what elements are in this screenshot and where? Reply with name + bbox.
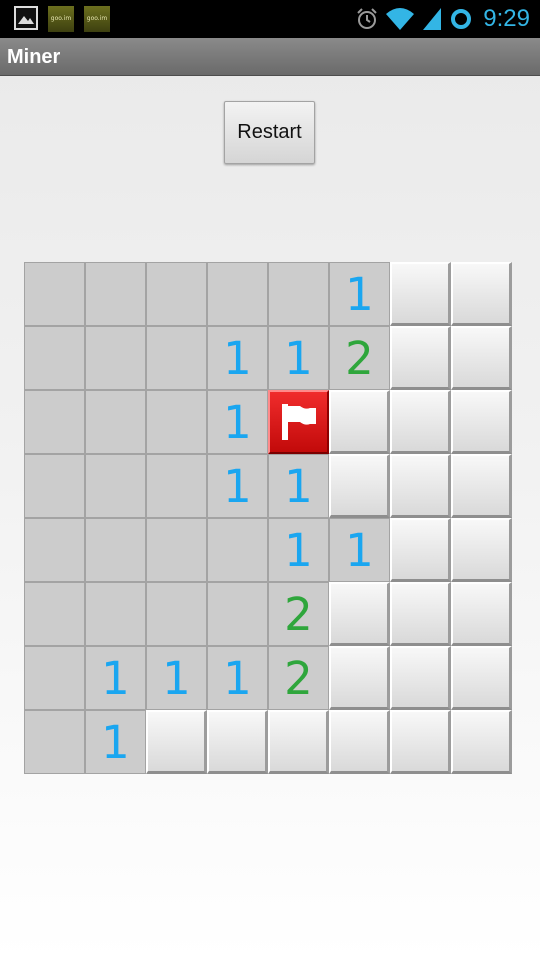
minefield-cell-number[interactable]: 1 — [85, 710, 146, 774]
minefield-cell-hidden[interactable] — [390, 390, 451, 454]
minefield-cell-empty[interactable] — [24, 390, 85, 454]
minefield-cell-hidden[interactable] — [390, 582, 451, 646]
minefield-cell-empty[interactable] — [146, 390, 207, 454]
minefield-cell-hidden[interactable] — [146, 710, 207, 774]
minefield-cell-empty[interactable] — [207, 262, 268, 326]
minefield-cell-number[interactable]: 1 — [146, 646, 207, 710]
minefield-cell-flagged[interactable] — [268, 390, 329, 454]
minefield-cell-number[interactable]: 1 — [207, 326, 268, 390]
minefield-cell-hidden[interactable] — [451, 582, 512, 646]
minefield-cell-empty[interactable] — [24, 582, 85, 646]
minefield-cell-empty[interactable] — [146, 326, 207, 390]
status-bar: goo.im goo.im 9:29 — [0, 0, 540, 38]
signal-icon — [423, 8, 442, 30]
minefield-cell-number[interactable]: 2 — [329, 326, 390, 390]
minefield-cell-hidden[interactable] — [451, 390, 512, 454]
minefield-cell-empty[interactable] — [146, 262, 207, 326]
minefield-cell-empty[interactable] — [146, 582, 207, 646]
minefield-cell-hidden[interactable] — [268, 710, 329, 774]
minefield-cell-empty[interactable] — [24, 454, 85, 518]
minefield-cell-hidden[interactable] — [390, 262, 451, 326]
minefield-cell-hidden[interactable] — [207, 710, 268, 774]
minefield-cell-number[interactable]: 2 — [268, 646, 329, 710]
app-notification-icon: goo.im — [48, 6, 74, 32]
minefield-cell-hidden[interactable] — [390, 518, 451, 582]
minefield-cell-hidden[interactable] — [451, 710, 512, 774]
minefield-cell-empty[interactable] — [85, 582, 146, 646]
minefield-cell-number[interactable]: 1 — [268, 454, 329, 518]
minefield-cell-number[interactable]: 1 — [329, 262, 390, 326]
minefield-cell-empty[interactable] — [24, 326, 85, 390]
minefield-cell-hidden[interactable] — [390, 454, 451, 518]
minefield-cell-hidden[interactable] — [451, 454, 512, 518]
sync-icon — [451, 9, 472, 29]
alarm-icon — [357, 8, 377, 29]
minefield-cell-number[interactable]: 1 — [207, 390, 268, 454]
wifi-icon — [386, 8, 415, 30]
minefield-cell-empty[interactable] — [207, 518, 268, 582]
minefield-cell-empty[interactable] — [24, 646, 85, 710]
status-time: 9:29 — [483, 5, 530, 32]
minefield-cell-empty[interactable] — [146, 454, 207, 518]
minefield-cell-number[interactable]: 1 — [268, 518, 329, 582]
minefield-cell-hidden[interactable] — [451, 326, 512, 390]
minefield-cell-empty[interactable] — [207, 582, 268, 646]
minefield-cell-hidden[interactable] — [390, 326, 451, 390]
minefield-cell-empty[interactable] — [85, 390, 146, 454]
app-title: Miner — [7, 46, 61, 68]
minefield-cell-empty[interactable] — [24, 710, 85, 774]
action-bar: Miner — [0, 38, 540, 76]
minefield-cell-hidden[interactable] — [329, 390, 390, 454]
minefield-cell-empty[interactable] — [85, 326, 146, 390]
minefield-cell-number[interactable]: 2 — [268, 582, 329, 646]
minefield-cell-number[interactable]: 1 — [207, 454, 268, 518]
gallery-icon — [14, 6, 38, 30]
minefield-cell-hidden[interactable] — [329, 646, 390, 710]
minefield-cell-hidden[interactable] — [329, 582, 390, 646]
app-notification-icon: goo.im — [84, 6, 110, 32]
restart-button[interactable]: Restart — [224, 101, 315, 164]
minefield-cell-hidden[interactable] — [390, 710, 451, 774]
minefield-cell-hidden[interactable] — [329, 710, 390, 774]
minefield-cell-empty[interactable] — [268, 262, 329, 326]
minefield-cell-hidden[interactable] — [329, 454, 390, 518]
minefield-cell-number[interactable]: 1 — [268, 326, 329, 390]
minefield-cell-empty[interactable] — [24, 262, 85, 326]
minefield-cell-hidden[interactable] — [451, 262, 512, 326]
minefield-cell-empty[interactable] — [85, 518, 146, 582]
minefield-cell-hidden[interactable] — [451, 646, 512, 710]
minefield-cell-number[interactable]: 1 — [207, 646, 268, 710]
minefield-cell-empty[interactable] — [85, 454, 146, 518]
minefield-cell-hidden[interactable] — [451, 518, 512, 582]
minefield-cell-hidden[interactable] — [390, 646, 451, 710]
minefield-cell-empty[interactable] — [85, 262, 146, 326]
minefield-cell-empty[interactable] — [24, 518, 85, 582]
notification-area: goo.im goo.im — [14, 6, 110, 32]
minefield-cell-empty[interactable] — [146, 518, 207, 582]
flag-icon — [281, 404, 316, 440]
minefield-cell-number[interactable]: 1 — [85, 646, 146, 710]
minefield-cell-number[interactable]: 1 — [329, 518, 390, 582]
minefield-board: 111211111211121 — [24, 262, 515, 774]
system-status-area: 9:29 — [355, 0, 530, 38]
